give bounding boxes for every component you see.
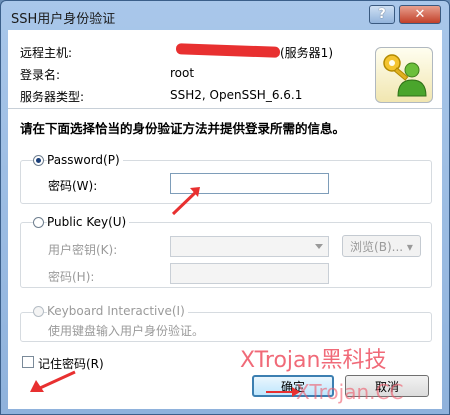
arrow-to-checkbox-icon xyxy=(39,370,76,390)
arrow-to-password-icon xyxy=(171,188,200,216)
watermark-url: XTrojan.CC xyxy=(296,380,404,404)
watermark-title: XTrojan黑科技 xyxy=(240,348,387,373)
